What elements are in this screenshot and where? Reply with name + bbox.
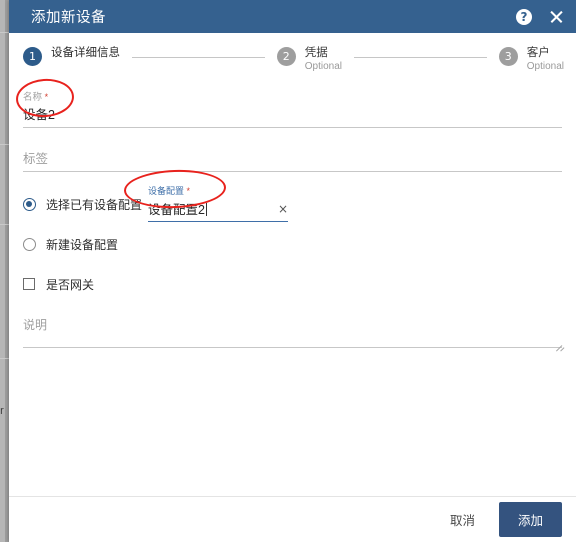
stepper-step-1[interactable]: 1 设备详细信息 <box>23 47 120 66</box>
step-labels-2: 凭据 Optional <box>305 47 342 73</box>
stepper-connector-2 <box>354 57 487 58</box>
step-number-2: 2 <box>276 47 296 66</box>
tags-field[interactable]: 标签 <box>23 144 562 172</box>
dialog-footer: 取消 添加 <box>9 496 576 542</box>
device-profile-value-row: 设备配置2 × <box>148 199 288 218</box>
name-field-underline <box>23 127 562 128</box>
stepper-connector-1 <box>132 57 265 58</box>
dialog-titlebar: 添加新设备 ? <box>9 0 576 33</box>
device-profile-select[interactable]: 设备配置 * 设备配置2 × <box>148 184 288 223</box>
add-button[interactable]: 添加 <box>498 502 562 537</box>
tags-input[interactable]: 标签 <box>23 150 562 168</box>
close-icon[interactable] <box>548 9 564 25</box>
description-field[interactable]: 说明 <box>23 316 562 348</box>
background-text-fragment: or <box>0 405 4 417</box>
step-sublabel-2: Optional <box>304 61 342 73</box>
radio-existing-profile[interactable] <box>23 197 36 211</box>
gateway-checkbox-label: 是否网关 <box>46 277 95 292</box>
clear-icon[interactable]: × <box>272 202 288 216</box>
step-label-2: 凭据 <box>304 47 328 59</box>
add-device-dialog: 添加新设备 ? 1 设备详细信息 2 凭据 Optional 3 客户 Opti… <box>9 0 576 542</box>
profile-mode-existing-row[interactable]: 选择已有设备配置 设备配置 * 设备配置2 × <box>23 186 562 223</box>
description-textarea[interactable]: 说明 <box>23 316 562 348</box>
help-icon[interactable]: ? <box>516 8 532 25</box>
gateway-checkbox[interactable] <box>23 278 35 290</box>
step-label-1: 设备详细信息 <box>51 47 120 59</box>
radio-existing-profile-label: 选择已有设备配置 <box>46 197 143 212</box>
step-number-3: 3 <box>498 47 518 66</box>
background-left-strip <box>0 0 9 542</box>
dialog-body: 1 设备详细信息 2 凭据 Optional 3 客户 Optional 名称 … <box>9 33 576 542</box>
stepper-step-2[interactable]: 2 凭据 Optional <box>276 47 342 73</box>
resize-handle-icon[interactable] <box>554 338 562 346</box>
step-label-3: 客户 <box>526 47 550 59</box>
profile-mode-new-row[interactable]: 新建设备配置 <box>23 232 562 256</box>
device-profile-label: 设备配置 * <box>148 186 191 196</box>
required-asterisk: * <box>44 92 49 102</box>
titlebar-actions: ? <box>516 8 564 25</box>
description-placeholder: 说明 <box>23 318 48 332</box>
gateway-checkbox-row[interactable]: 是否网关 <box>23 274 562 294</box>
step-labels-3: 客户 Optional <box>527 47 564 73</box>
step-number-1: 1 <box>23 47 42 66</box>
radio-new-profile[interactable] <box>23 237 36 251</box>
description-underline <box>23 347 562 348</box>
tags-field-underline <box>23 171 562 172</box>
name-field-label: 名称 * <box>23 92 49 103</box>
radio-new-profile-label: 新建设备配置 <box>46 237 119 252</box>
step-labels-1: 设备详细信息 <box>51 47 120 60</box>
required-asterisk: * <box>186 186 191 196</box>
device-profile-underline <box>148 221 288 223</box>
text-caret <box>205 203 207 216</box>
cancel-button[interactable]: 取消 <box>440 503 485 536</box>
stepper-step-3[interactable]: 3 客户 Optional <box>498 47 564 73</box>
background-left-strip-inner <box>0 0 5 542</box>
name-input[interactable]: 设备2 <box>23 106 562 124</box>
dialog-title: 添加新设备 <box>31 10 106 26</box>
name-field[interactable]: 名称 * 设备2 <box>23 89 562 128</box>
device-details-form: 名称 * 设备2 标签 选择已有设备配置 设备配置 * 设备配置2 × 新建设备… <box>9 79 576 348</box>
step-sublabel-3: Optional <box>526 61 564 73</box>
stepper: 1 设备详细信息 2 凭据 Optional 3 客户 Optional <box>9 33 576 79</box>
device-profile-input[interactable]: 设备配置2 <box>148 199 272 218</box>
